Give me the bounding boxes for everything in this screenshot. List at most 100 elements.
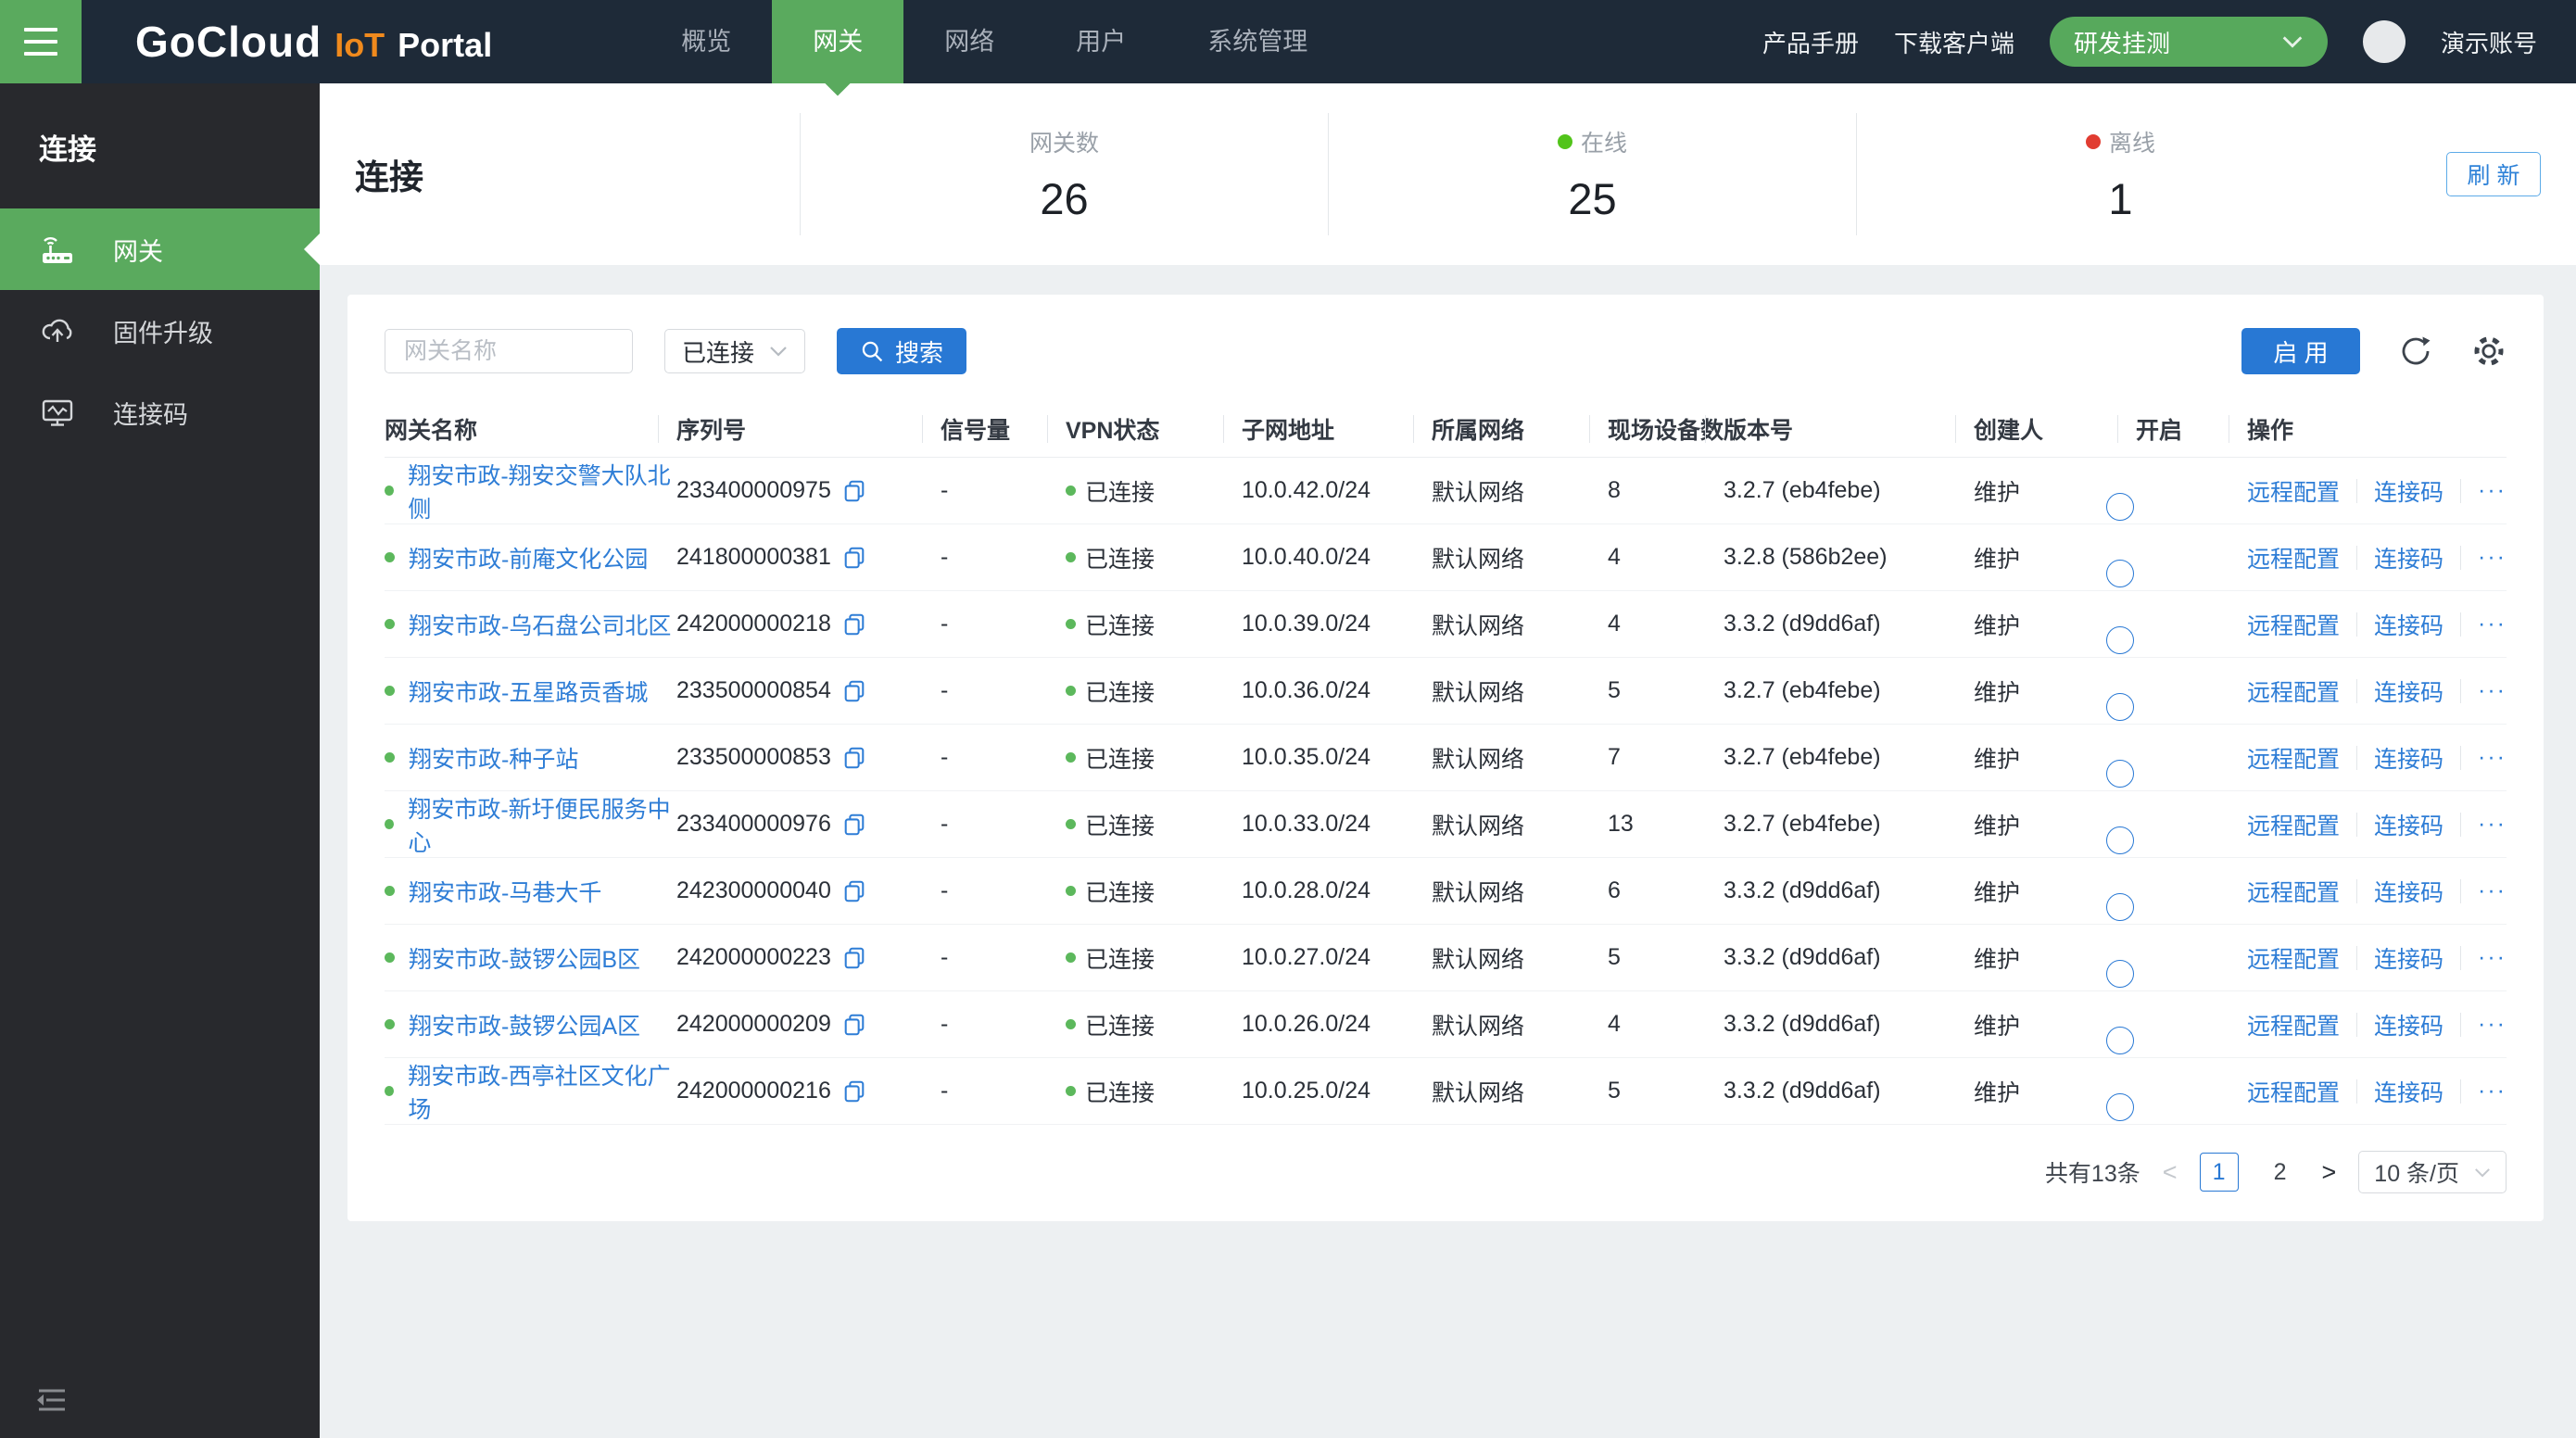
- table-toolbar: 已连接 搜索 启 用: [385, 328, 2507, 374]
- more-actions-icon[interactable]: ···: [2478, 611, 2507, 637]
- vpn-status-dot-icon: [1066, 819, 1076, 829]
- remote-config-link[interactable]: 远程配置: [2247, 741, 2340, 775]
- page-number-2[interactable]: 2: [2261, 1153, 2300, 1192]
- status-dot-icon: [385, 952, 395, 963]
- nav-item-system[interactable]: 系统管理: [1167, 0, 1348, 83]
- copy-icon[interactable]: [842, 879, 866, 903]
- more-actions-icon[interactable]: ···: [2478, 811, 2507, 838]
- more-actions-icon[interactable]: ···: [2478, 877, 2507, 904]
- actions-cell: 远程配置 连接码 ···: [2247, 1008, 2507, 1041]
- sidebar-item-gateway[interactable]: 网关: [0, 208, 320, 290]
- connection-code-link[interactable]: 连接码: [2374, 808, 2443, 841]
- sidebar-item-firmware-upgrade[interactable]: 固件升级: [0, 290, 320, 372]
- connection-code-link[interactable]: 连接码: [2374, 608, 2443, 641]
- copy-icon[interactable]: [842, 479, 866, 503]
- remote-config-link[interactable]: 远程配置: [2247, 675, 2340, 708]
- remote-config-link[interactable]: 远程配置: [2247, 941, 2340, 975]
- more-actions-icon[interactable]: ···: [2478, 677, 2507, 704]
- version-cell: 3.2.7 (eb4febe): [1724, 477, 1974, 504]
- gateway-name-link[interactable]: 翔安市政-鼓锣公园B区: [409, 941, 640, 975]
- prev-page-arrow[interactable]: <: [2163, 1158, 2178, 1187]
- gateway-name-link[interactable]: 翔安市政-乌石盘公司北区: [409, 608, 671, 641]
- device-count-cell: 5: [1608, 944, 1724, 971]
- offline-dot-icon: [2086, 134, 2101, 149]
- connection-code-link[interactable]: 连接码: [2374, 1075, 2443, 1108]
- copy-icon[interactable]: [842, 1013, 866, 1037]
- signal-cell: -: [941, 1011, 1066, 1038]
- nav-item-users[interactable]: 用户: [1035, 0, 1167, 83]
- remote-config-link[interactable]: 远程配置: [2247, 1075, 2340, 1108]
- more-actions-icon[interactable]: ···: [2478, 544, 2507, 571]
- copy-icon[interactable]: [842, 746, 866, 770]
- connection-code-link[interactable]: 连接码: [2374, 941, 2443, 975]
- connection-code-link[interactable]: 连接码: [2374, 474, 2443, 508]
- copy-icon[interactable]: [842, 546, 866, 570]
- connection-code-link[interactable]: 连接码: [2374, 1008, 2443, 1041]
- stat-gateway-count: 网关数 26: [800, 113, 1328, 235]
- nav-item-network[interactable]: 网络: [903, 0, 1035, 83]
- action-divider: [2460, 479, 2461, 503]
- avatar[interactable]: [2363, 20, 2406, 63]
- remote-config-link[interactable]: 远程配置: [2247, 875, 2340, 908]
- nav-item-overview[interactable]: 概览: [640, 0, 772, 83]
- sidebar-item-label: 固件升级: [113, 313, 213, 349]
- gateway-name-link[interactable]: 翔安市政-西亭社区文化广场: [408, 1058, 676, 1125]
- status-dot-icon: [385, 819, 394, 829]
- vpn-status-dot-icon: [1066, 752, 1076, 763]
- search-input[interactable]: [385, 329, 633, 373]
- network-cell: 默认网络: [1432, 474, 1608, 508]
- gateway-name-link[interactable]: 翔安市政-种子站: [409, 741, 578, 775]
- more-actions-icon[interactable]: ···: [2478, 944, 2507, 971]
- sidebar-item-connection-code[interactable]: 连接码: [0, 372, 320, 453]
- copy-icon[interactable]: [842, 946, 866, 970]
- remote-config-link[interactable]: 远程配置: [2247, 1008, 2340, 1041]
- more-actions-icon[interactable]: ···: [2478, 477, 2507, 504]
- remote-config-link[interactable]: 远程配置: [2247, 808, 2340, 841]
- gateway-name-link[interactable]: 翔安市政-翔安交警大队北侧: [408, 458, 676, 524]
- remote-config-link[interactable]: 远程配置: [2247, 608, 2340, 641]
- account-name[interactable]: 演示账号: [2441, 25, 2537, 59]
- next-page-arrow[interactable]: >: [2322, 1158, 2337, 1187]
- vpn-status-text: 已连接: [1085, 675, 1155, 708]
- copy-icon[interactable]: [842, 1079, 866, 1104]
- refresh-button[interactable]: 刷 新: [2446, 152, 2541, 196]
- signal-cell: -: [941, 944, 1066, 971]
- download-client-link[interactable]: 下载客户端: [1894, 25, 2014, 59]
- more-actions-icon[interactable]: ···: [2478, 1011, 2507, 1038]
- connection-code-link[interactable]: 连接码: [2374, 675, 2443, 708]
- connection-code-link[interactable]: 连接码: [2374, 741, 2443, 775]
- gear-icon[interactable]: [2471, 334, 2507, 369]
- remote-config-link[interactable]: 远程配置: [2247, 541, 2340, 574]
- copy-icon[interactable]: [842, 679, 866, 703]
- search-button[interactable]: 搜索: [837, 328, 966, 374]
- vpn-status-dot-icon: [1066, 886, 1076, 896]
- subnet-cell: 10.0.26.0/24: [1242, 1011, 1432, 1038]
- gateway-name-link[interactable]: 翔安市政-前庵文化公园: [409, 541, 648, 574]
- copy-icon[interactable]: [842, 612, 866, 637]
- gateway-name-link[interactable]: 翔安市政-鼓锣公园A区: [409, 1008, 640, 1041]
- product-manual-link[interactable]: 产品手册: [1762, 25, 1859, 59]
- network-cell: 默认网络: [1432, 608, 1608, 641]
- remote-config-link[interactable]: 远程配置: [2247, 474, 2340, 508]
- serial-cell: 233500000853: [676, 744, 941, 771]
- connection-code-link[interactable]: 连接码: [2374, 875, 2443, 908]
- serial-cell: 242000000218: [676, 611, 941, 637]
- more-actions-icon[interactable]: ···: [2478, 1078, 2507, 1104]
- connection-code-link[interactable]: 连接码: [2374, 541, 2443, 574]
- sidebar-collapse-icon[interactable]: [32, 1382, 72, 1418]
- refresh-icon[interactable]: [2399, 334, 2432, 368]
- nav-item-gateway[interactable]: 网关: [772, 0, 903, 83]
- version-cell: 3.3.2 (d9dd6af): [1724, 611, 1974, 637]
- enable-button[interactable]: 启 用: [2241, 328, 2360, 374]
- gateway-name-link[interactable]: 翔安市政-马巷大千: [409, 875, 601, 908]
- page-size-select[interactable]: 10 条/页: [2358, 1151, 2507, 1193]
- gateway-name-link[interactable]: 翔安市政-五星路贡香城: [409, 675, 648, 708]
- more-actions-icon[interactable]: ···: [2478, 744, 2507, 771]
- page-number-1[interactable]: 1: [2200, 1153, 2239, 1192]
- serial-cell: 233400000975: [676, 477, 941, 504]
- hamburger-menu-icon[interactable]: [0, 0, 82, 83]
- gateway-name-link[interactable]: 翔安市政-新圩便民服务中心: [408, 791, 676, 858]
- copy-icon[interactable]: [842, 813, 866, 837]
- connection-filter-select[interactable]: 已连接: [664, 329, 805, 373]
- environment-selector[interactable]: 研发挂测: [2050, 17, 2328, 67]
